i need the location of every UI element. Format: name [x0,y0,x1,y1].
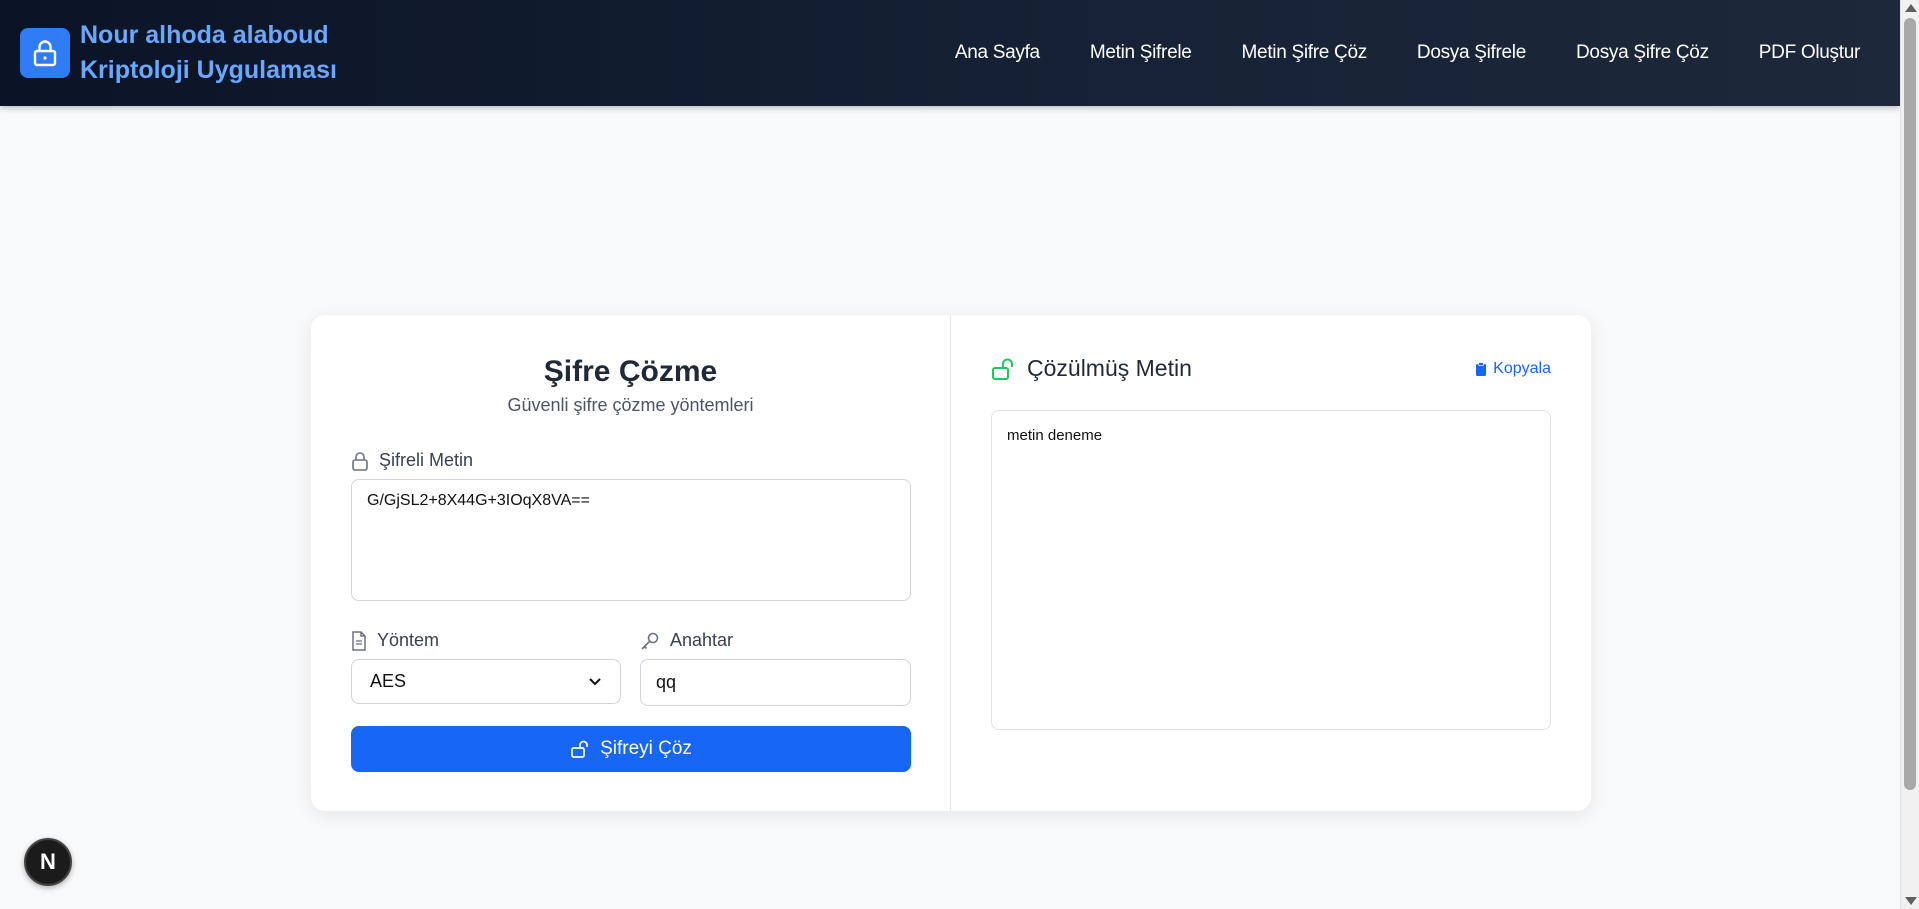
key-label: Anahtar [640,630,733,651]
decrypt-form: Şifre Çözme Güvenli şifre çözme yöntemle… [311,315,951,811]
cipher-textarea[interactable]: G/GjSL2+8X44G+3IOqX8VA== [351,479,911,601]
brand[interactable]: Nour alhoda alaboud Kriptoloji Uygulamas… [20,18,337,88]
nav-decrypt-file[interactable]: Dosya Şifre Çöz [1576,42,1709,64]
unlock-icon [991,357,1017,381]
unlock-icon [570,739,590,759]
clipboard-icon [1475,361,1487,376]
scroll-down-arrow-icon[interactable] [1905,897,1917,905]
method-label: Yöntem [351,630,439,651]
method-select[interactable]: AES [351,659,621,704]
lock-icon [20,28,70,78]
key-label-text: Anahtar [670,630,734,650]
nav-encrypt-text[interactable]: Metin Şifrele [1090,42,1192,64]
key-icon [640,631,660,651]
nav-create-pdf[interactable]: PDF Oluştur [1759,42,1861,64]
brand-name: Nour alhoda alaboud [80,21,329,49]
lock-icon [351,451,369,471]
result-title-text: Çözülmüş Metin [1027,355,1192,381]
copy-label: Kopyala [1493,359,1551,377]
decrypt-card: Şifre Çözme Güvenli şifre çözme yöntemle… [311,315,1591,811]
form-subtitle: Güvenli şifre çözme yöntemleri [507,395,754,415]
brand-subtitle: Kriptoloji Uygulaması [80,56,337,84]
scroll-up-arrow-icon[interactable] [1905,4,1917,12]
nav-encrypt-file[interactable]: Dosya Şifrele [1417,42,1526,64]
scrollbar-thumb[interactable] [1904,18,1916,790]
result-title: Çözülmüş Metin [991,355,1192,382]
cipher-label: Şifreli Metin [351,450,473,471]
decrypt-button[interactable]: Şifreyi Çöz [351,726,911,772]
copy-button[interactable]: Kopyala [1475,360,1551,378]
cipher-label-text: Şifreli Metin [379,450,474,470]
nav-home[interactable]: Ana Sayfa [955,42,1040,64]
method-label-text: Yöntem [377,630,440,650]
next-badge-letter: N [40,849,56,874]
page-scrollbar[interactable] [1900,0,1919,909]
result-panel: Çözülmüş Metin Kopyala metin deneme [951,315,1591,811]
decrypt-button-label: Şifreyi Çöz [600,738,692,759]
method-selected-value: AES [370,671,407,691]
document-icon [351,630,367,651]
top-navbar: Nour alhoda alaboud Kriptoloji Uygulamas… [0,0,1900,106]
decrypted-output[interactable]: metin deneme [991,410,1551,730]
key-input[interactable]: qq [640,659,911,706]
chevron-down-icon [588,677,602,687]
main-nav: Ana Sayfa Metin Şifrele Metin Şifre Çöz … [955,42,1880,64]
next-dev-badge[interactable]: N [24,838,72,886]
form-title: Şifre Çözme [543,355,718,388]
nav-decrypt-text[interactable]: Metin Şifre Çöz [1242,42,1368,64]
